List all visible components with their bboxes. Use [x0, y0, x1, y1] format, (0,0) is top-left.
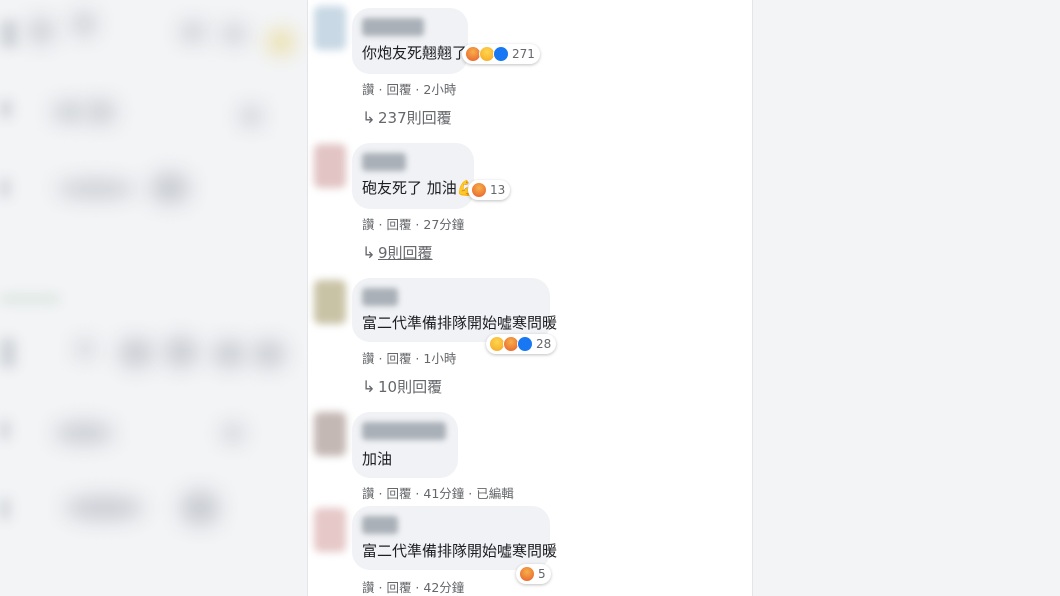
commenter-name[interactable]: [362, 288, 398, 306]
commenter-name[interactable]: [362, 18, 424, 36]
avatar[interactable]: [314, 412, 346, 456]
reply-link[interactable]: 回覆: [386, 580, 411, 595]
avatar[interactable]: [314, 144, 346, 188]
reaction-summary[interactable]: 271: [462, 44, 540, 64]
angry-icon: [471, 182, 487, 198]
reaction-count: 28: [536, 337, 552, 351]
comment-text: 加油: [362, 450, 393, 468]
comment-meta: 讚 · 回覆 · 27分鐘: [362, 217, 465, 232]
comment-meta: 讚 · 回覆 · 2小時: [362, 82, 457, 97]
like-link[interactable]: 讚: [362, 351, 375, 366]
reaction-count: 271: [512, 47, 535, 61]
timestamp[interactable]: 41分鐘: [423, 486, 464, 501]
comment-bubble: 富二代準備排隊開始噓寒問暖: [352, 278, 557, 342]
comment-meta: 讚 · 回覆 · 42分鐘: [362, 580, 465, 595]
like-link[interactable]: 讚: [362, 580, 375, 595]
reply-link[interactable]: 回覆: [386, 217, 411, 232]
reply-link[interactable]: 回覆: [386, 82, 411, 97]
reaction-summary[interactable]: 28: [486, 334, 557, 354]
timestamp[interactable]: 1小時: [423, 351, 456, 366]
like-link[interactable]: 讚: [362, 486, 375, 501]
reply-arrow-icon: ↳: [362, 377, 376, 396]
reply-arrow-icon: ↳: [362, 243, 376, 262]
avatar[interactable]: [314, 280, 346, 324]
comment-text: 富二代準備排隊開始噓寒問暖: [362, 542, 558, 560]
reply-link[interactable]: 回覆: [386, 351, 411, 366]
reply-link[interactable]: 回覆: [386, 486, 411, 501]
comment-text: 你炮友死翹翹了: [362, 44, 468, 62]
comment-bubble: 富二代準備排隊開始噓寒問暖: [352, 506, 557, 570]
reaction-summary[interactable]: 5: [516, 564, 551, 584]
view-replies-link[interactable]: ↳ 237則回覆: [362, 107, 452, 128]
avatar[interactable]: [314, 508, 346, 552]
comment-bubble: 你炮友死翹翹了: [352, 8, 468, 74]
comment-meta: 讚 · 回覆 · 1小時: [362, 351, 457, 366]
comment-bubble: 加油: [352, 412, 458, 478]
commenter-name[interactable]: [362, 153, 406, 171]
angry-icon: [519, 566, 535, 582]
comment-panel: 你炮友死翹翹了 271 讚 · 回覆 · 2小時 ↳ 237則回覆 砲友死了 加油…: [307, 0, 753, 596]
avatar[interactable]: [314, 6, 346, 50]
reaction-summary[interactable]: 13: [468, 180, 511, 200]
view-replies-link[interactable]: ↳ 9則回覆: [362, 242, 433, 263]
commenter-name[interactable]: [362, 516, 398, 534]
view-replies-link[interactable]: ↳ 10則回覆: [362, 376, 442, 397]
timestamp[interactable]: 27分鐘: [423, 217, 464, 232]
reply-arrow-icon: ↳: [362, 108, 376, 127]
comment-bubble: 砲友死了 加油💪: [352, 143, 476, 209]
reaction-count: 13: [490, 183, 506, 197]
like-link[interactable]: 讚: [362, 217, 375, 232]
comment-text: 砲友死了 加油💪: [362, 179, 476, 197]
comment-meta: 讚 · 回覆 · 41分鐘 · 已編輯: [362, 486, 514, 501]
like-icon: [517, 336, 533, 352]
edited-label: 已編輯: [476, 486, 514, 501]
like-icon: [493, 46, 509, 62]
timestamp[interactable]: 42分鐘: [423, 580, 464, 595]
comment-text: 富二代準備排隊開始噓寒問暖: [362, 314, 558, 332]
timestamp[interactable]: 2小時: [423, 82, 456, 97]
commenter-name[interactable]: [362, 422, 446, 440]
like-link[interactable]: 讚: [362, 82, 375, 97]
reaction-count: 5: [538, 567, 546, 581]
